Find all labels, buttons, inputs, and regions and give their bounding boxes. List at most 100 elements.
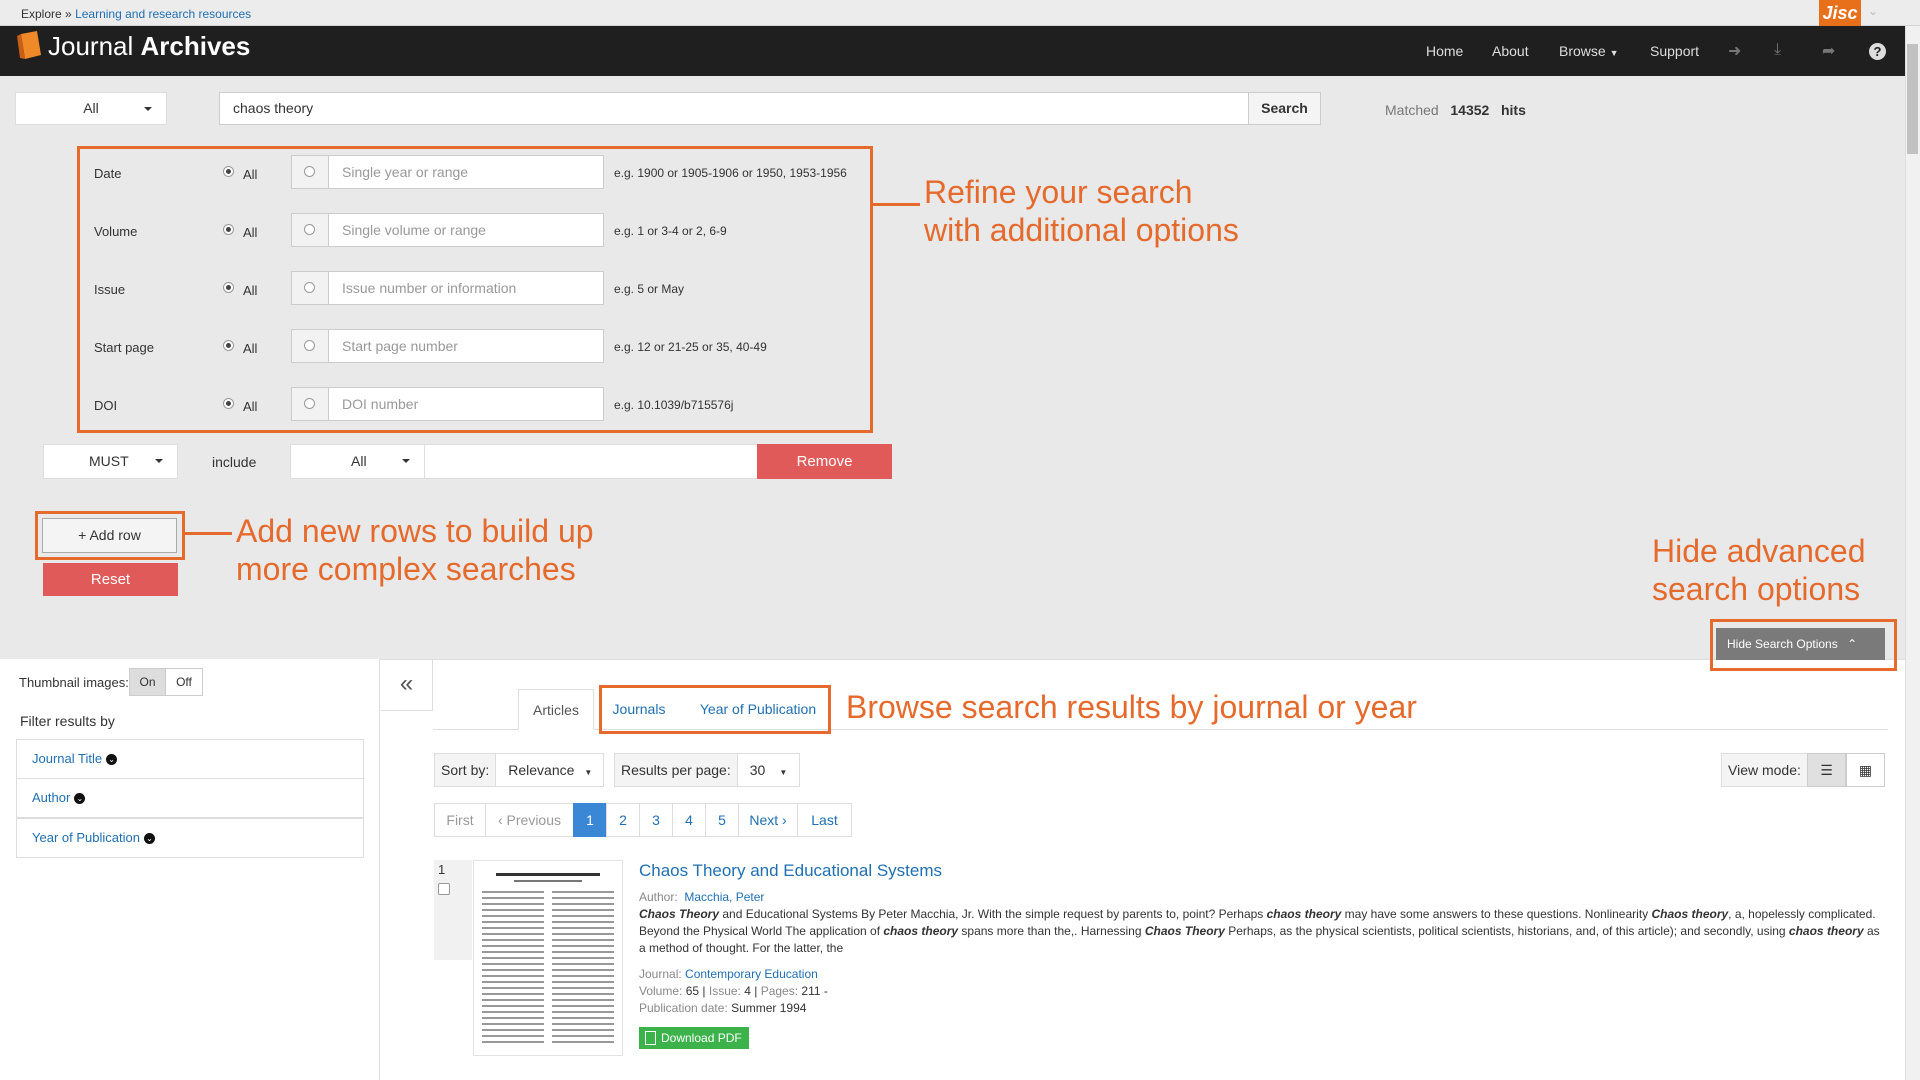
date-custom-radio-box[interactable] bbox=[291, 155, 329, 189]
result-journal-line: Journal: Contemporary Education bbox=[639, 966, 818, 983]
operator-select[interactable]: MUST bbox=[43, 444, 178, 479]
start-page-input[interactable]: Start page number bbox=[328, 329, 604, 363]
nav-about[interactable]: About bbox=[1492, 43, 1529, 59]
search-input[interactable]: chaos theory bbox=[219, 92, 1249, 125]
issue-label: Issue bbox=[94, 282, 126, 297]
add-row-button[interactable]: + Add row bbox=[42, 518, 177, 553]
browse-callout: Browse search results by journal or year bbox=[846, 689, 1417, 725]
add-row-callout-line bbox=[185, 532, 232, 535]
start-page-custom-radio-box[interactable] bbox=[291, 329, 329, 363]
facet-year[interactable]: Year of Publication ⌄ bbox=[16, 818, 364, 858]
issue-all-radio[interactable] bbox=[223, 282, 234, 293]
remove-row-button[interactable]: Remove bbox=[757, 444, 892, 479]
result-title[interactable]: Chaos Theory and Educational Systems bbox=[639, 861, 942, 881]
date-all-radio[interactable] bbox=[223, 166, 234, 177]
volume-input[interactable]: Single volume or range bbox=[328, 213, 604, 247]
pager-page-2[interactable]: 2 bbox=[606, 803, 640, 837]
reset-button[interactable]: Reset bbox=[43, 563, 178, 596]
sort-select[interactable]: Sort by: Relevance ▼ bbox=[434, 753, 604, 787]
row-term-input[interactable] bbox=[424, 444, 758, 479]
result-author-line: Author: Macchia, Peter bbox=[639, 889, 764, 906]
rpp-label: Results per page: bbox=[615, 754, 738, 786]
nav-support[interactable]: Support bbox=[1650, 43, 1699, 59]
issue-custom-radio[interactable] bbox=[304, 282, 315, 293]
thumbnails-on-toggle[interactable]: On bbox=[129, 668, 166, 696]
pager-page-1[interactable]: 1 bbox=[573, 803, 607, 837]
journal-label: Journal: bbox=[639, 967, 682, 981]
issue-input[interactable]: Issue number or information bbox=[328, 271, 604, 305]
volume-custom-radio-box[interactable] bbox=[291, 213, 329, 247]
result-author-link[interactable]: Macchia, Peter bbox=[684, 890, 764, 904]
doi-example: e.g. 10.1039/b715576j bbox=[614, 398, 734, 412]
sort-value: Relevance bbox=[508, 762, 575, 778]
result-snippet: Chaos Theory and Educational Systems By … bbox=[639, 907, 1880, 955]
row-field-select[interactable]: All bbox=[290, 444, 425, 479]
hide-search-options-button[interactable]: Hide Search Options ⌃ bbox=[1716, 628, 1885, 660]
download-icon[interactable]: ⤓ bbox=[1774, 41, 1781, 59]
grid-view-icon[interactable]: ▦ bbox=[1846, 753, 1885, 787]
pager-page-5[interactable]: 5 bbox=[705, 803, 739, 837]
result-select-checkbox[interactable] bbox=[438, 883, 450, 895]
result-date-line: Publication date: Summer 1994 bbox=[639, 1000, 806, 1017]
facet-journal-title[interactable]: Journal Title ⌄ bbox=[16, 739, 364, 779]
start-page-all-radio[interactable] bbox=[223, 340, 234, 351]
collapse-sidebar-icon[interactable]: « bbox=[381, 659, 433, 711]
result-thumbnail[interactable] bbox=[473, 860, 623, 1056]
pager-previous[interactable]: ‹ Previous bbox=[485, 803, 574, 837]
download-pdf-button[interactable]: Download PDF bbox=[639, 1027, 749, 1049]
chevron-down-icon[interactable]: ⌄ bbox=[1868, 4, 1878, 18]
tab-articles[interactable]: Articles bbox=[518, 689, 594, 730]
thumbnails-off-toggle[interactable]: Off bbox=[165, 668, 203, 696]
hits-number: 14352 bbox=[1450, 102, 1490, 118]
breadcrumb-current[interactable]: Learning and research resources bbox=[75, 7, 251, 21]
issue-custom-radio-box[interactable] bbox=[291, 271, 329, 305]
pager-page-3[interactable]: 3 bbox=[639, 803, 673, 837]
refine-callout-line bbox=[873, 203, 920, 206]
sign-in-icon[interactable]: ➜ bbox=[1728, 41, 1741, 61]
search-button[interactable]: Search bbox=[1248, 92, 1321, 125]
issue-value: 4 bbox=[744, 984, 751, 998]
nav-browse-label: Browse bbox=[1559, 43, 1606, 59]
doi-custom-radio[interactable] bbox=[304, 398, 315, 409]
breadcrumb-root[interactable]: Explore bbox=[21, 7, 62, 21]
pager-last[interactable]: Last bbox=[797, 803, 852, 837]
pager-next[interactable]: Next › bbox=[738, 803, 798, 837]
date-label: Publication date: bbox=[639, 1001, 728, 1015]
help-icon[interactable]: ? bbox=[1869, 43, 1886, 60]
book-logo-icon bbox=[17, 31, 41, 59]
page-scrollbar[interactable] bbox=[1905, 26, 1920, 1080]
nav-home[interactable]: Home bbox=[1426, 43, 1463, 59]
refine-callout-line-1: Refine your search bbox=[924, 174, 1193, 210]
filter-heading: Filter results by bbox=[20, 713, 115, 729]
chevron-down-icon: ⌄ bbox=[74, 793, 86, 805]
chevron-down-icon: ⌄ bbox=[106, 754, 118, 766]
doi-label: DOI bbox=[94, 398, 118, 413]
hide-callout-line-2: search options bbox=[1652, 571, 1861, 607]
pager-first[interactable]: First bbox=[434, 803, 486, 837]
results-per-page-select[interactable]: Results per page: 30 ▼ bbox=[614, 753, 800, 787]
pager-page-4[interactable]: 4 bbox=[672, 803, 706, 837]
jisc-logo[interactable]: Jisc bbox=[1819, 0, 1861, 26]
date-all-label: All bbox=[243, 167, 258, 182]
site-logo[interactable]: Journal Archives bbox=[48, 31, 250, 62]
result-journal-link[interactable]: Contemporary Education bbox=[685, 967, 818, 981]
include-label: include bbox=[212, 454, 257, 470]
author-label: Author: bbox=[639, 890, 678, 904]
date-custom-radio[interactable] bbox=[304, 166, 315, 177]
nav-browse[interactable]: Browse ▼ bbox=[1559, 43, 1619, 59]
scrollbar-thumb[interactable] bbox=[1907, 44, 1918, 154]
list-view-icon[interactable]: ☰ bbox=[1807, 753, 1846, 787]
date-input[interactable]: Single year or range bbox=[328, 155, 604, 189]
date-value: Summer 1994 bbox=[731, 1001, 807, 1015]
search-field-select[interactable]: All bbox=[15, 92, 167, 125]
start-page-custom-radio[interactable] bbox=[304, 340, 315, 351]
doi-input[interactable]: DOI number bbox=[328, 387, 604, 421]
header-bar bbox=[0, 26, 1905, 76]
facet-year-label: Year of Publication bbox=[32, 830, 140, 845]
share-icon[interactable]: ➦ bbox=[1822, 41, 1835, 61]
facet-author[interactable]: Author ⌄ bbox=[16, 778, 364, 818]
doi-all-radio[interactable] bbox=[223, 398, 234, 409]
volume-all-radio[interactable] bbox=[223, 224, 234, 235]
volume-custom-radio[interactable] bbox=[304, 224, 315, 235]
doi-custom-radio-box[interactable] bbox=[291, 387, 329, 421]
